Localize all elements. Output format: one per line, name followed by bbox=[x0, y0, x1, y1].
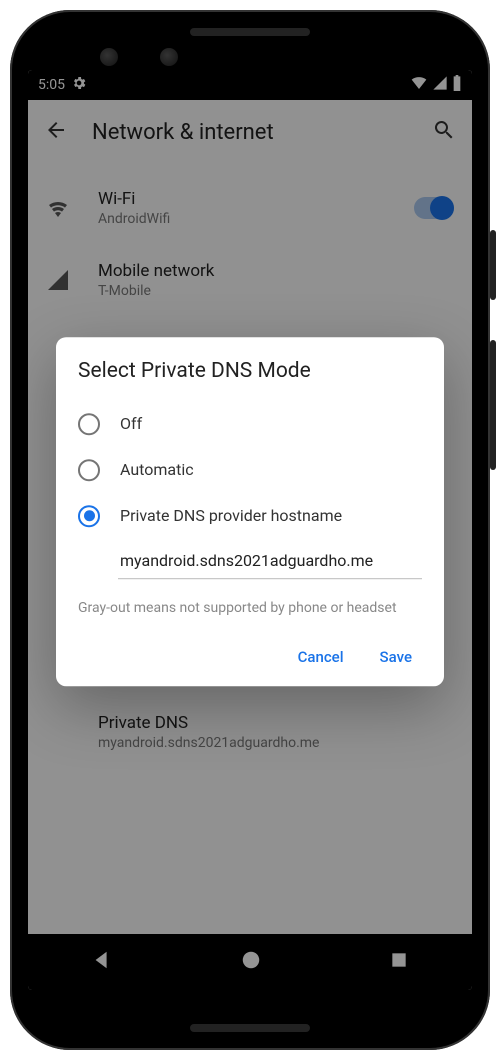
radio-icon bbox=[78, 413, 100, 435]
volume-button bbox=[490, 340, 496, 470]
screen: 5:05 Network & internet bbox=[28, 70, 472, 990]
dialog-actions: Cancel Save bbox=[78, 640, 422, 674]
dns-option-off[interactable]: Off bbox=[78, 401, 422, 447]
front-camera bbox=[100, 48, 118, 66]
dialog-title: Select Private DNS Mode bbox=[78, 359, 422, 383]
dns-option-hostname[interactable]: Private DNS provider hostname bbox=[78, 493, 422, 539]
power-button bbox=[490, 230, 496, 300]
radio-icon bbox=[78, 459, 100, 481]
radio-icon bbox=[78, 505, 100, 527]
dns-option-automatic[interactable]: Automatic bbox=[78, 447, 422, 493]
speaker-top bbox=[190, 28, 310, 36]
dns-option-automatic-label: Automatic bbox=[120, 460, 194, 479]
dns-hostname-input[interactable] bbox=[118, 543, 422, 579]
speaker-bottom bbox=[190, 1024, 310, 1032]
front-camera bbox=[160, 48, 178, 66]
phone-frame: 5:05 Network & internet bbox=[10, 10, 490, 1050]
dns-option-hostname-label: Private DNS provider hostname bbox=[120, 506, 342, 525]
dns-option-off-label: Off bbox=[120, 414, 142, 433]
dialog-hint: Gray-out means not supported by phone or… bbox=[78, 599, 422, 619]
cancel-button[interactable]: Cancel bbox=[294, 640, 348, 674]
save-button[interactable]: Save bbox=[376, 640, 416, 674]
private-dns-dialog: Select Private DNS Mode Off Automatic Pr… bbox=[56, 337, 444, 687]
